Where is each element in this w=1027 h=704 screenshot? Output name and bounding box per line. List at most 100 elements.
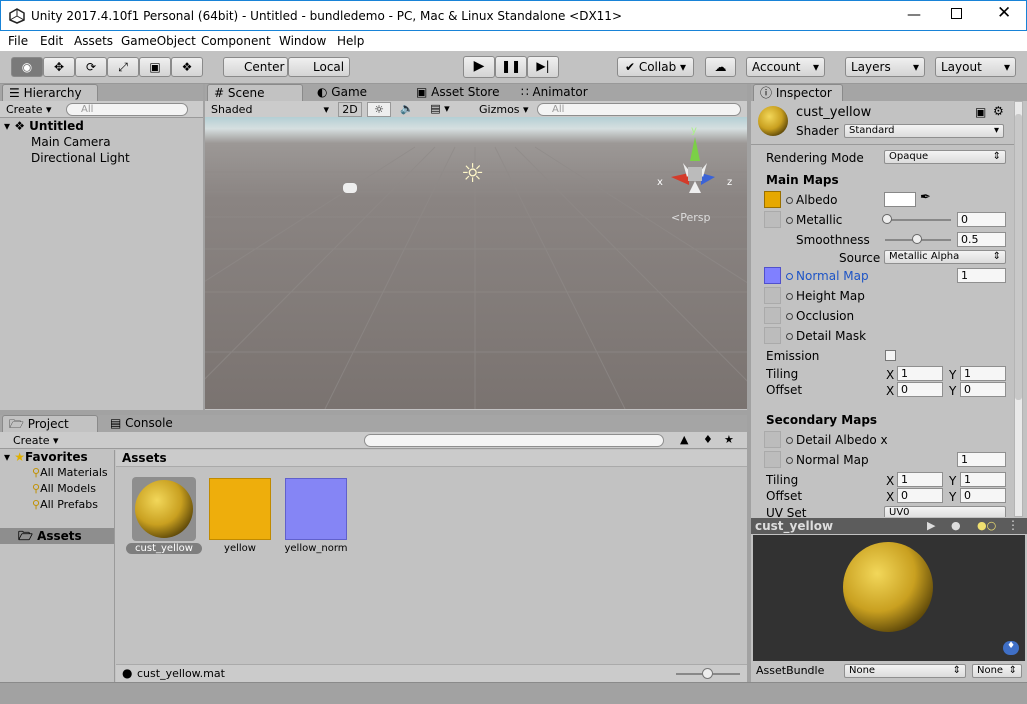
preview-menu-icon[interactable]: ⋮ xyxy=(1007,518,1019,532)
projection-toggle[interactable]: <Persp xyxy=(671,211,710,224)
effects-dropdown[interactable]: ▤ ▾ xyxy=(423,102,457,117)
play-button[interactable]: ▶ xyxy=(463,56,495,78)
tab-inspector[interactable]: ⓘ Inspector xyxy=(753,84,843,101)
menu-help[interactable]: Help xyxy=(337,34,364,48)
account-dropdown[interactable]: Account ▾ xyxy=(746,57,825,77)
tab-asset-store[interactable]: ▣ Asset Store xyxy=(410,84,500,101)
metallic-field[interactable]: 0 xyxy=(957,212,1006,227)
layers-dropdown[interactable]: Layers ▾ xyxy=(845,57,925,77)
albedo-texture-slot[interactable] xyxy=(764,191,781,208)
tab-project[interactable]: 🗁 Project xyxy=(2,415,98,432)
directional-light-gizmo[interactable]: ☼ xyxy=(461,161,484,187)
favorites-node[interactable]: ▾ ★Favorites xyxy=(4,450,88,464)
menu-edit[interactable]: Edit xyxy=(40,34,63,48)
material-preview[interactable]: ♦ xyxy=(753,535,1025,661)
asset-thumb-yellow-norm[interactable] xyxy=(285,478,347,540)
albedo-color-swatch[interactable] xyxy=(884,192,916,207)
close-button[interactable]: ✕ xyxy=(997,3,1011,23)
menu-file[interactable]: File xyxy=(8,34,28,48)
metallic-texture-slot[interactable] xyxy=(764,211,781,228)
asset-label-cust-yellow[interactable]: cust_yellow xyxy=(126,543,202,554)
offset2-x-field[interactable]: 0 xyxy=(897,488,943,503)
assets-breadcrumb[interactable]: Assets xyxy=(116,450,747,467)
uv-set-dropdown[interactable]: UV0 xyxy=(884,506,1006,517)
preview-sphere-icon[interactable]: ● xyxy=(951,519,961,532)
secondary-normal-map-slot[interactable] xyxy=(764,451,781,468)
menu-gameobject[interactable]: GameObject xyxy=(121,34,196,48)
assets-folder-node[interactable]: 🗁 Assets xyxy=(0,528,114,544)
source-dropdown[interactable]: Metallic Alpha ⇕ xyxy=(884,250,1006,264)
help-book-icon[interactable]: ▣ xyxy=(975,105,986,119)
audio-toggle[interactable]: 🔈 xyxy=(395,102,419,117)
project-search-input[interactable] xyxy=(364,434,664,447)
camera-gizmo[interactable] xyxy=(343,183,357,193)
transform-tool-button[interactable]: ❖ xyxy=(171,57,203,77)
filter-by-label-icon[interactable]: ♦ xyxy=(703,433,713,446)
pivot-center-button[interactable]: Center xyxy=(223,57,288,77)
2d-toggle[interactable]: 2D xyxy=(338,102,362,117)
hierarchy-item-main-camera[interactable]: Main Camera xyxy=(31,135,111,149)
lighting-toggle[interactable]: ☼ xyxy=(367,102,391,117)
pause-button[interactable]: ❚❚ xyxy=(495,56,527,78)
assetbundle-name-dropdown[interactable]: None ⇕ xyxy=(844,664,966,678)
occlusion-texture-slot[interactable] xyxy=(764,307,781,324)
move-tool-button[interactable]: ✥ xyxy=(43,57,75,77)
height-map-texture-slot[interactable] xyxy=(764,287,781,304)
favorite-all-prefabs[interactable]: ⚲All Prefabs xyxy=(32,498,98,511)
inspector-scrollbar-thumb[interactable] xyxy=(1015,114,1022,400)
asset-thumb-cust-yellow[interactable] xyxy=(133,478,195,540)
menu-assets[interactable]: Assets xyxy=(74,34,113,48)
rect-tool-button[interactable]: ▣ xyxy=(139,57,171,77)
hierarchy-create-button[interactable]: Create ▾ xyxy=(6,103,52,116)
assetbundle-variant-dropdown[interactable]: None ⇕ xyxy=(972,664,1022,678)
tab-scene[interactable]: # Scene xyxy=(207,84,303,101)
gizmos-dropdown[interactable]: Gizmos ▾ xyxy=(479,103,529,116)
minimize-button[interactable]: — xyxy=(907,7,921,23)
preview-play-icon[interactable]: ▶ xyxy=(927,519,935,532)
secondary-normal-scale-field[interactable]: 1 xyxy=(957,452,1006,467)
tab-animator[interactable]: ∷ Animator xyxy=(515,84,588,101)
gear-icon[interactable]: ⚙ xyxy=(993,104,1004,118)
normal-map-scale-field[interactable]: 1 xyxy=(957,268,1006,283)
favorite-all-models[interactable]: ⚲All Models xyxy=(32,482,96,495)
layout-dropdown[interactable]: Layout ▾ xyxy=(935,57,1016,77)
asset-thumb-yellow[interactable] xyxy=(209,478,271,540)
rotate-tool-button[interactable]: ⟳ xyxy=(75,57,107,77)
offset-x-field[interactable]: 0 xyxy=(897,382,943,397)
scene-search-input[interactable]: All xyxy=(537,103,741,116)
shader-dropdown[interactable]: Standard ▾ xyxy=(844,124,1004,138)
favorite-all-materials[interactable]: ⚲All Materials xyxy=(32,466,108,479)
preview-light-icon[interactable]: ●○ xyxy=(977,519,996,532)
eyedropper-icon[interactable]: ✒ xyxy=(920,190,931,205)
metallic-slider-knob[interactable] xyxy=(882,214,892,224)
smoothness-slider-knob[interactable] xyxy=(912,234,922,244)
collab-button[interactable]: ✔ Collab ▾ xyxy=(617,57,694,77)
orientation-gizmo[interactable] xyxy=(655,129,745,209)
hierarchy-item-directional-light[interactable]: Directional Light xyxy=(31,151,130,165)
tab-hierarchy[interactable]: ☰ Hierarchy xyxy=(2,84,98,101)
hierarchy-search-input[interactable]: All xyxy=(66,103,188,116)
favorite-star-icon[interactable]: ★ xyxy=(724,433,734,446)
tiling2-x-field[interactable]: 1 xyxy=(897,472,943,487)
metallic-slider[interactable] xyxy=(885,219,951,221)
filter-by-type-icon[interactable]: ▲ xyxy=(680,433,688,446)
normal-map-texture-slot[interactable] xyxy=(764,267,781,284)
rendering-mode-dropdown[interactable]: Opaque ⇕ xyxy=(884,150,1006,164)
asset-label-yellow[interactable]: yellow xyxy=(202,543,278,554)
shading-mode-dropdown[interactable]: Shaded ▾ xyxy=(211,103,329,116)
offset2-y-field[interactable]: 0 xyxy=(960,488,1006,503)
tiling-x-field[interactable]: 1 xyxy=(897,366,943,381)
maximize-button[interactable] xyxy=(951,8,962,19)
emission-checkbox[interactable] xyxy=(885,350,896,361)
tiling-y-field[interactable]: 1 xyxy=(960,366,1006,381)
project-create-button[interactable]: Create ▾ xyxy=(13,434,59,447)
asset-label-tag-icon[interactable]: ♦ xyxy=(1003,641,1019,655)
scale-tool-button[interactable]: ⤢ xyxy=(107,57,139,77)
detail-mask-texture-slot[interactable] xyxy=(764,327,781,344)
scene-viewport[interactable]: ☼ x y z <Persp xyxy=(205,117,747,409)
step-button[interactable]: ▶| xyxy=(527,56,559,78)
asset-label-yellow-norm[interactable]: yellow_norm xyxy=(278,543,354,554)
tiling2-y-field[interactable]: 1 xyxy=(960,472,1006,487)
menu-window[interactable]: Window xyxy=(279,34,326,48)
scene-root[interactable]: ▾ ❖ Untitled xyxy=(4,119,84,133)
